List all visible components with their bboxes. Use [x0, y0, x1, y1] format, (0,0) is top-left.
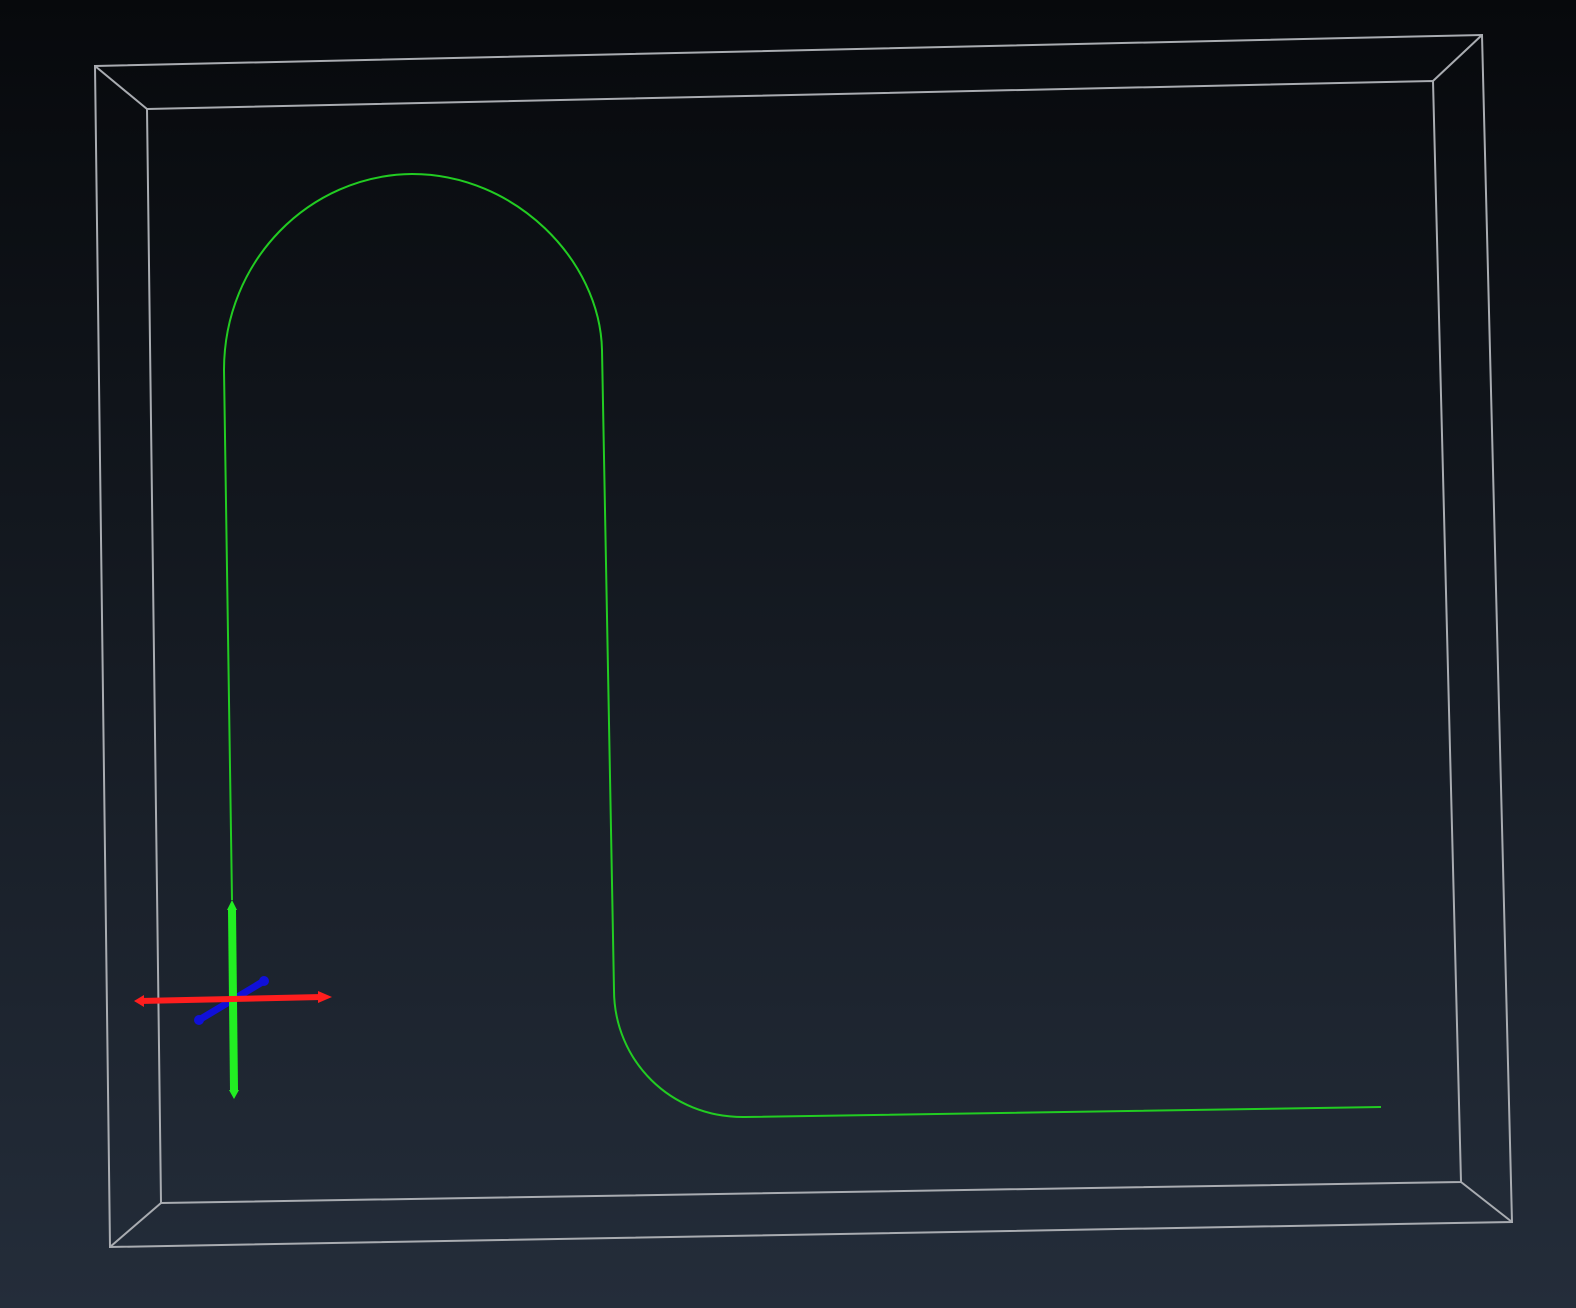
viewport-background: [0, 0, 1576, 1308]
3d-viewport[interactable]: [0, 0, 1576, 1308]
scene-canvas[interactable]: [0, 0, 1576, 1308]
